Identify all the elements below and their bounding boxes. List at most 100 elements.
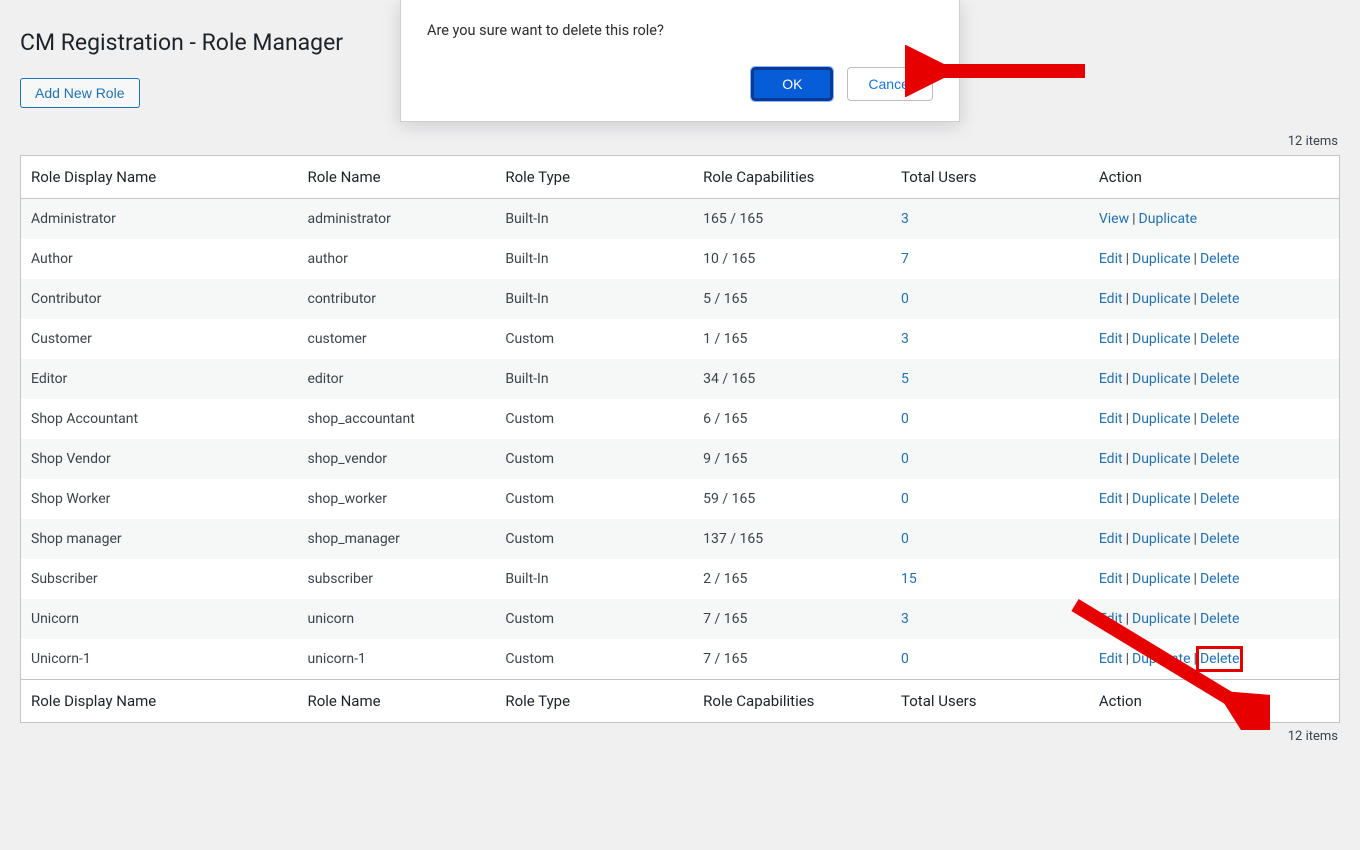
users-link[interactable]: 3: [901, 611, 909, 627]
cell-total-users: 3: [891, 319, 1089, 359]
th-role-caps[interactable]: Role Capabilities: [693, 156, 891, 199]
action-delete[interactable]: Delete: [1200, 331, 1239, 347]
cell-display-name: Administrator: [21, 199, 298, 240]
action-separator: |: [1132, 211, 1135, 227]
action-duplicate[interactable]: Duplicate: [1132, 491, 1191, 507]
table-row: Shop Vendorshop_vendorCustom9 / 1650Edit…: [21, 439, 1340, 479]
th-action[interactable]: Action: [1089, 156, 1340, 199]
action-edit[interactable]: Edit: [1099, 331, 1123, 347]
cell-role-caps: 7 / 165: [693, 599, 891, 639]
action-edit[interactable]: Edit: [1099, 411, 1123, 427]
action-view[interactable]: View: [1099, 211, 1129, 227]
cell-role-caps: 2 / 165: [693, 559, 891, 599]
cell-role-caps: 165 / 165: [693, 199, 891, 240]
cell-role-type: Custom: [495, 399, 693, 439]
users-link[interactable]: 0: [901, 291, 909, 307]
action-separator: |: [1126, 491, 1129, 507]
cell-display-name: Author: [21, 239, 298, 279]
users-link[interactable]: 0: [901, 411, 909, 427]
action-edit[interactable]: Edit: [1099, 491, 1123, 507]
th-role-type[interactable]: Role Type: [495, 156, 693, 199]
cell-display-name: Editor: [21, 359, 298, 399]
cell-role-name: shop_accountant: [297, 399, 495, 439]
users-link[interactable]: 15: [901, 571, 917, 587]
cell-role-type: Custom: [495, 639, 693, 680]
action-separator: |: [1126, 331, 1129, 347]
action-duplicate[interactable]: Duplicate: [1132, 251, 1191, 267]
cell-role-name: shop_manager: [297, 519, 495, 559]
action-separator: |: [1126, 411, 1129, 427]
action-duplicate[interactable]: Duplicate: [1132, 291, 1191, 307]
action-duplicate[interactable]: Duplicate: [1132, 371, 1191, 387]
action-delete[interactable]: Delete: [1200, 451, 1239, 467]
action-duplicate[interactable]: Duplicate: [1139, 211, 1198, 227]
th-role-name[interactable]: Role Name: [297, 156, 495, 199]
tf-role-caps[interactable]: Role Capabilities: [693, 680, 891, 723]
cell-actions: Edit|Duplicate|Delete: [1089, 519, 1340, 559]
action-duplicate[interactable]: Duplicate: [1132, 411, 1191, 427]
action-delete[interactable]: Delete: [1200, 291, 1239, 307]
action-separator: |: [1126, 371, 1129, 387]
cell-role-type: Custom: [495, 439, 693, 479]
cell-role-type: Built-In: [495, 559, 693, 599]
action-separator: |: [1126, 571, 1129, 587]
action-separator: |: [1194, 331, 1197, 347]
add-new-role-button[interactable]: Add New Role: [20, 78, 140, 108]
action-separator: |: [1194, 491, 1197, 507]
cell-display-name: Shop Accountant: [21, 399, 298, 439]
users-link[interactable]: 3: [901, 211, 909, 227]
users-link[interactable]: 0: [901, 651, 909, 667]
action-delete[interactable]: Delete: [1200, 371, 1239, 387]
ok-button[interactable]: OK: [751, 67, 833, 101]
users-link[interactable]: 0: [901, 491, 909, 507]
table-row: CustomercustomerCustom1 / 1653Edit|Dupli…: [21, 319, 1340, 359]
cell-role-caps: 6 / 165: [693, 399, 891, 439]
cell-total-users: 7: [891, 239, 1089, 279]
th-display-name[interactable]: Role Display Name: [21, 156, 298, 199]
action-duplicate[interactable]: Duplicate: [1132, 331, 1191, 347]
action-delete[interactable]: Delete: [1200, 531, 1239, 547]
cell-role-name: author: [297, 239, 495, 279]
users-link[interactable]: 7: [901, 251, 909, 267]
tf-role-name[interactable]: Role Name: [297, 680, 495, 723]
action-duplicate[interactable]: Duplicate: [1132, 571, 1191, 587]
action-edit[interactable]: Edit: [1099, 251, 1123, 267]
cell-role-type: Built-In: [495, 199, 693, 240]
cell-role-type: Custom: [495, 479, 693, 519]
cell-role-caps: 34 / 165: [693, 359, 891, 399]
tf-display-name[interactable]: Role Display Name: [21, 680, 298, 723]
action-duplicate[interactable]: Duplicate: [1132, 451, 1191, 467]
action-separator: |: [1194, 291, 1197, 307]
action-delete[interactable]: Delete: [1200, 411, 1239, 427]
cell-total-users: 5: [891, 359, 1089, 399]
action-separator: |: [1126, 251, 1129, 267]
cell-display-name: Subscriber: [21, 559, 298, 599]
cell-total-users: 3: [891, 199, 1089, 240]
action-edit[interactable]: Edit: [1099, 371, 1123, 387]
action-separator: |: [1126, 291, 1129, 307]
action-separator: |: [1194, 451, 1197, 467]
cell-actions: Edit|Duplicate|Delete: [1089, 399, 1340, 439]
cell-actions: Edit|Duplicate|Delete: [1089, 279, 1340, 319]
users-link[interactable]: 5: [901, 371, 909, 387]
cell-display-name: Customer: [21, 319, 298, 359]
action-duplicate[interactable]: Duplicate: [1132, 531, 1191, 547]
cell-role-type: Custom: [495, 599, 693, 639]
users-link[interactable]: 3: [901, 331, 909, 347]
action-delete[interactable]: Delete: [1200, 491, 1239, 507]
users-link[interactable]: 0: [901, 531, 909, 547]
action-edit[interactable]: Edit: [1099, 531, 1123, 547]
th-total-users[interactable]: Total Users: [891, 156, 1089, 199]
cell-role-caps: 1 / 165: [693, 319, 891, 359]
users-link[interactable]: 0: [901, 451, 909, 467]
cell-role-type: Built-In: [495, 359, 693, 399]
table-header-row: Role Display Name Role Name Role Type Ro…: [21, 156, 1340, 199]
action-delete[interactable]: Delete: [1200, 251, 1239, 267]
action-edit[interactable]: Edit: [1099, 571, 1123, 587]
action-edit[interactable]: Edit: [1099, 451, 1123, 467]
cell-role-caps: 137 / 165: [693, 519, 891, 559]
action-edit[interactable]: Edit: [1099, 291, 1123, 307]
tf-role-type[interactable]: Role Type: [495, 680, 693, 723]
action-delete[interactable]: Delete: [1200, 571, 1239, 587]
cell-role-type: Custom: [495, 319, 693, 359]
